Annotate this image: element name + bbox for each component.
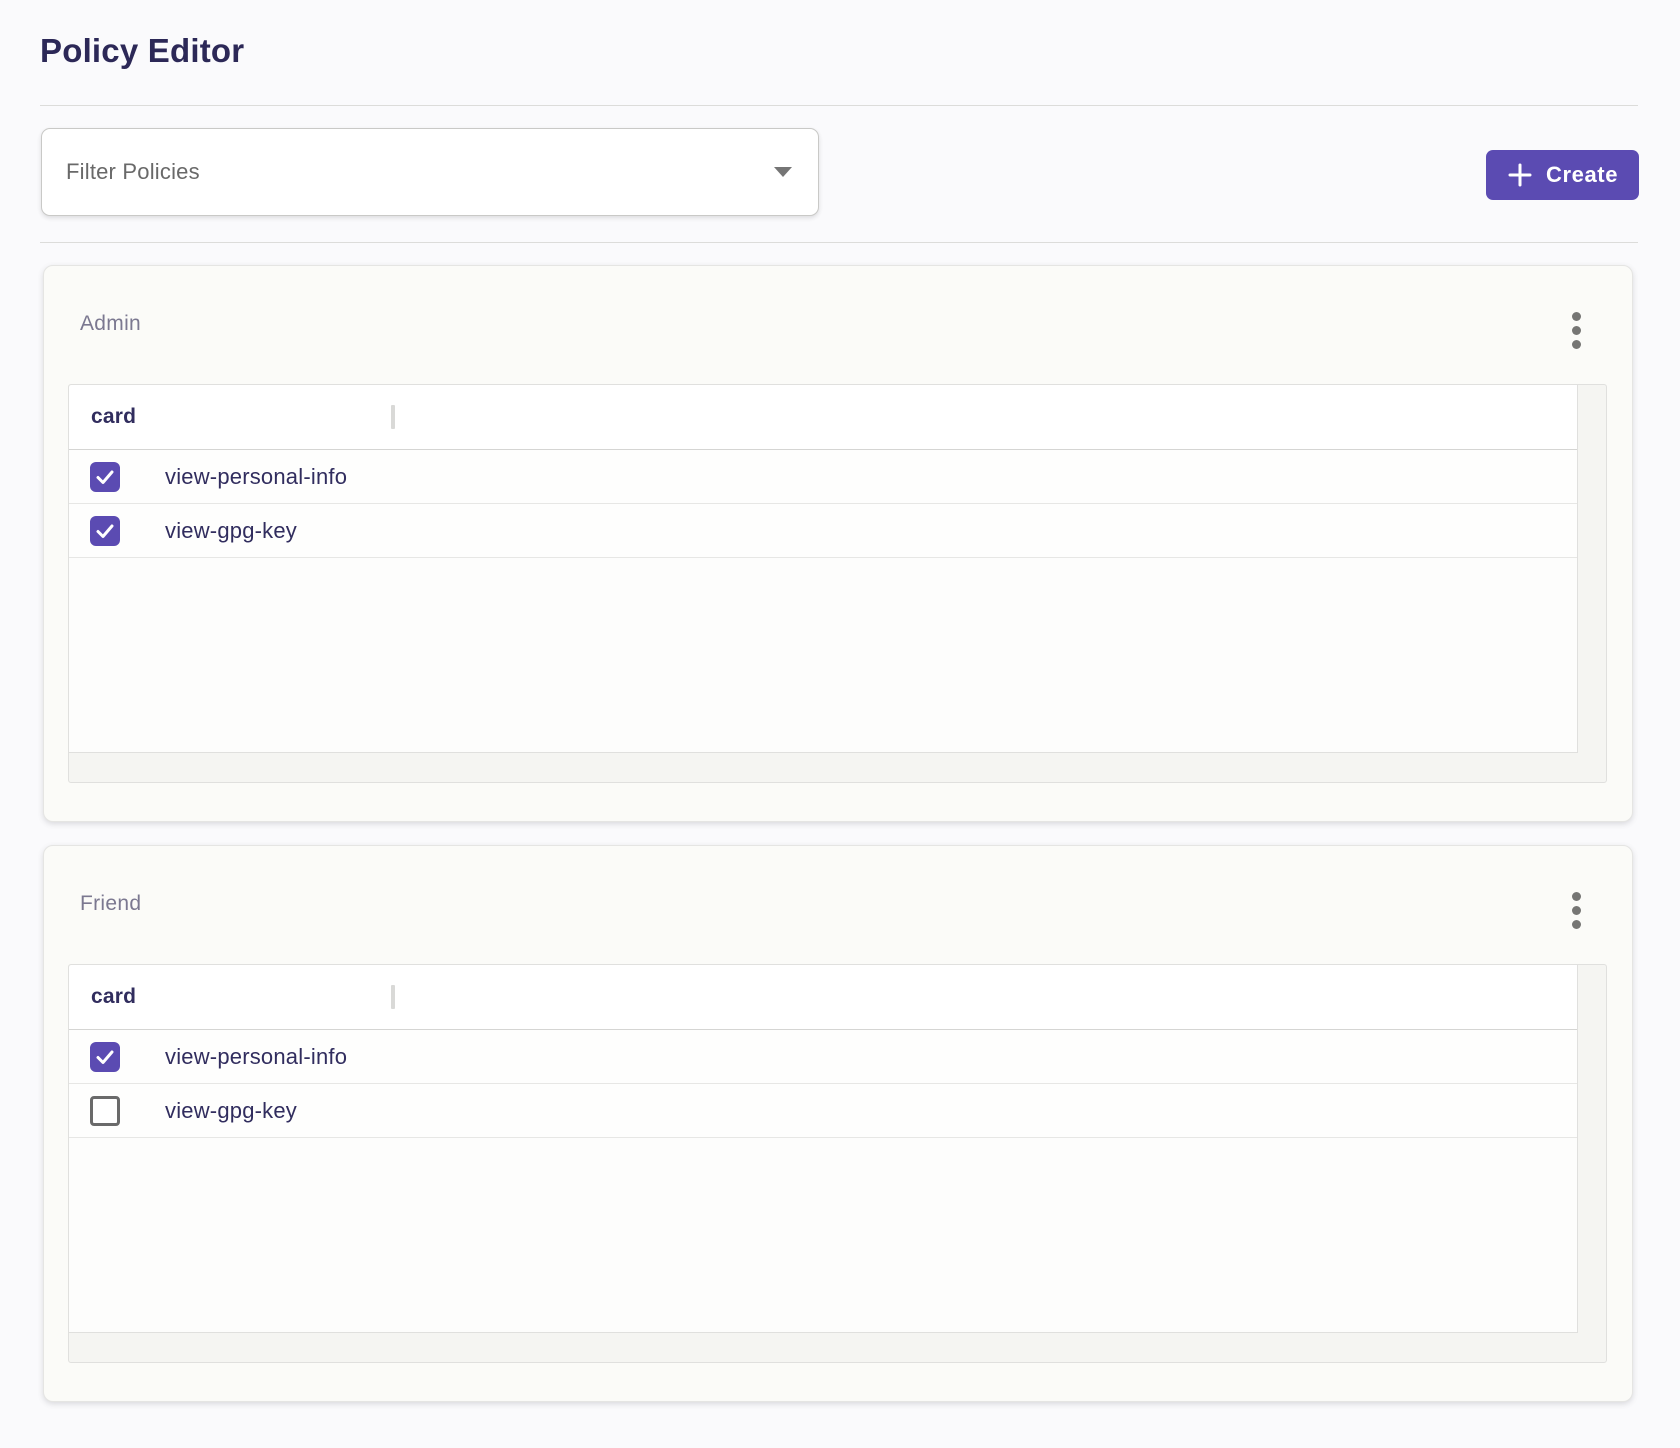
column-resize-handle [391, 985, 395, 1009]
filter-policies-select[interactable]: Filter Policies [41, 128, 819, 216]
table-row: view-personal-info [69, 1030, 1577, 1084]
table-row: view-gpg-key [69, 1084, 1577, 1138]
table-row: view-personal-info [69, 450, 1577, 504]
create-button-label: Create [1546, 162, 1618, 188]
permissions-grid: card view-personal-info [69, 385, 1578, 753]
permission-checkbox[interactable] [90, 1042, 120, 1072]
horizontal-scrollbar-track [69, 1334, 1606, 1362]
permission-label: view-gpg-key [165, 518, 297, 544]
filter-policies-label: Filter Policies [66, 159, 200, 185]
permission-checkbox[interactable] [90, 462, 120, 492]
permissions-table: card view-personal-info [68, 384, 1607, 783]
permission-checkbox[interactable] [90, 1096, 120, 1126]
filter-row-divider [40, 242, 1638, 243]
permission-checkbox[interactable] [90, 516, 120, 546]
plus-icon [1507, 162, 1533, 188]
create-button[interactable]: Create [1486, 150, 1639, 200]
column-header-card: card [91, 405, 136, 429]
horizontal-scrollbar-track [69, 754, 1606, 782]
kebab-menu-icon[interactable] [1564, 310, 1588, 350]
permission-label: view-gpg-key [165, 1098, 297, 1124]
chevron-down-icon [774, 167, 792, 177]
policy-card-admin: Admin card view-perso [43, 265, 1633, 822]
vertical-scrollbar-track [1579, 965, 1606, 1362]
header-divider [40, 105, 1638, 106]
permissions-table: card view-personal-info [68, 964, 1607, 1363]
permission-label: view-personal-info [165, 1044, 347, 1070]
permission-label: view-personal-info [165, 464, 347, 490]
checkmark-icon [94, 520, 116, 542]
kebab-menu-icon[interactable] [1564, 890, 1588, 930]
column-header-card: card [91, 985, 136, 1009]
table-header-row: card [69, 385, 1577, 450]
policy-card-title: Friend [80, 892, 141, 916]
page-title: Policy Editor [40, 32, 244, 70]
permissions-grid: card view-personal-info [69, 965, 1578, 1333]
table-row: view-gpg-key [69, 504, 1577, 558]
table-header-row: card [69, 965, 1577, 1030]
checkmark-icon [94, 1046, 116, 1068]
policy-card-friend: Friend card view-pers [43, 845, 1633, 1402]
policy-editor-page: Policy Editor Filter Policies Create Adm… [0, 0, 1680, 1448]
policy-card-title: Admin [80, 312, 141, 336]
column-resize-handle [391, 405, 395, 429]
vertical-scrollbar-track [1579, 385, 1606, 782]
checkmark-icon [94, 466, 116, 488]
